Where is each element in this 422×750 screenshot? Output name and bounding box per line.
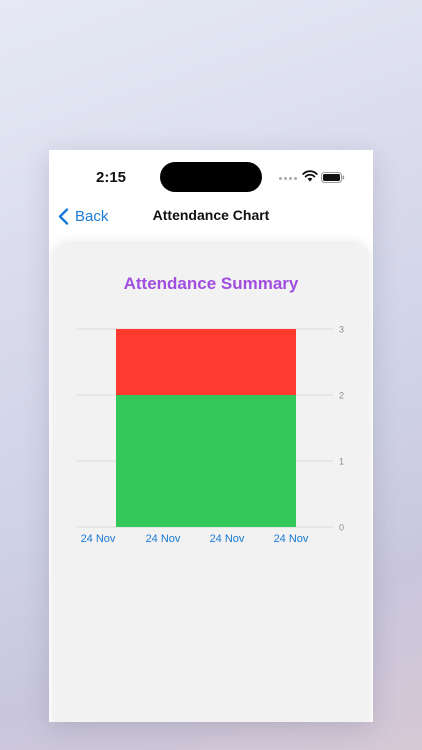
dynamic-island bbox=[160, 162, 262, 192]
x-tick-label: 24 Nov bbox=[146, 533, 181, 545]
y-tick-label: 2 bbox=[339, 391, 344, 401]
y-tick-label: 0 bbox=[339, 523, 344, 533]
x-tick-label: 24 Nov bbox=[81, 533, 116, 545]
nav-title: Attendance Chart bbox=[152, 207, 270, 223]
bar-segment-green bbox=[116, 395, 296, 527]
phone-screen: 2:15 Back Attendance Chart Attendance Su… bbox=[49, 150, 373, 722]
attendance-chart: 0 1 2 3 24 Nov 24 Nov 24 Nov 24 Nov bbox=[77, 325, 344, 545]
bar-segment-red bbox=[116, 329, 296, 395]
y-tick-label: 1 bbox=[339, 457, 344, 467]
attendance-card: Attendance Summary 0 1 2 3 24 Nov 24 Nov 24 No… bbox=[53, 244, 369, 722]
battery-icon bbox=[321, 172, 345, 183]
y-tick-label: 3 bbox=[339, 325, 344, 335]
signal-icon bbox=[279, 173, 297, 180]
x-tick-label: 24 Nov bbox=[274, 533, 309, 545]
x-tick-label: 24 Nov bbox=[210, 533, 245, 545]
wifi-icon bbox=[302, 170, 318, 182]
status-time: 2:15 bbox=[96, 169, 127, 186]
